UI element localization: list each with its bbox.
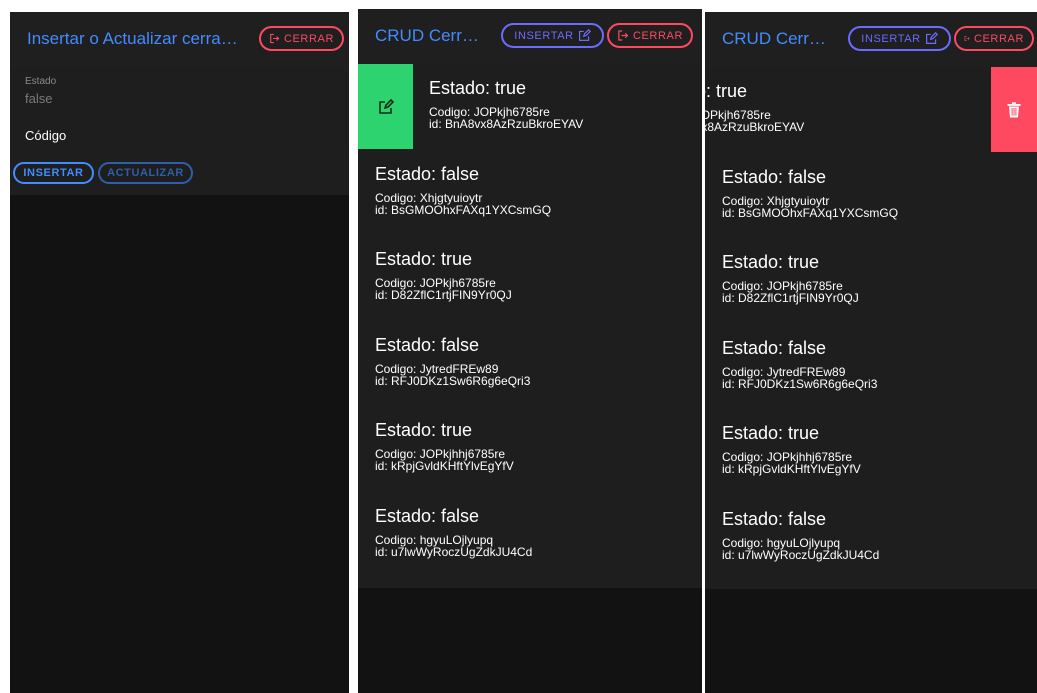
item-estado: Estado: true bbox=[375, 249, 473, 269]
item-codigo: Codigo: JytredFREw89 bbox=[722, 364, 846, 379]
list-item[interactable]: Estado: true Codigo: JOPkjhhj6785re id: … bbox=[358, 406, 702, 492]
edit-option-button[interactable] bbox=[358, 64, 413, 149]
list-item[interactable]: Estado: true Codigo: JOPkjhhj6785re id: … bbox=[705, 409, 1037, 495]
list-title: CRUD Cerraduras bbox=[722, 29, 832, 48]
form-title: Insertar o Actualizar cerradura bbox=[27, 29, 242, 48]
list-item[interactable]: Estado: false Codigo: Xhjgtyuioytr id: B… bbox=[358, 150, 702, 236]
item-meta: Codigo: JytredFREw89 id: RFJ0DKz1Sw6R6g6… bbox=[375, 363, 530, 387]
form-screen: Insertar o Actualizar cerradura CERRAR E… bbox=[10, 12, 349, 693]
update-button[interactable]: ACTUALIZAR bbox=[98, 162, 193, 184]
insert-label: INSERTAR bbox=[861, 32, 921, 45]
item-meta: Codigo: hgyuLOjlyupq id: u7lwWyRoczUgZdk… bbox=[722, 537, 879, 561]
lock-form: Estado false Código INSERTAR ACTUALIZAR bbox=[10, 67, 349, 195]
item-codigo: Codigo: JytredFREw89 bbox=[375, 361, 499, 376]
list-item[interactable]: Estado: false Codigo: JytredFREw89 id: R… bbox=[358, 321, 702, 407]
item-id: id: BsGMOOhxFAXq1YXCsmGQ bbox=[722, 205, 899, 220]
logout-icon bbox=[618, 30, 629, 41]
edit-icon bbox=[378, 98, 394, 114]
list-item[interactable]: Estado: false Codigo: JytredFREw89 id: R… bbox=[705, 324, 1037, 410]
insert-button[interactable]: INSERTAR bbox=[13, 162, 94, 184]
estado-input[interactable]: false bbox=[25, 91, 52, 106]
close-button[interactable]: CERRAR bbox=[954, 26, 1034, 51]
item-id: id: kRpjGvldKHftYlvEgYfV bbox=[722, 462, 861, 476]
insert-button[interactable]: INSERTAR bbox=[848, 26, 951, 51]
item-estado: Estado: false bbox=[722, 508, 827, 529]
item-id: id: RFJ0DKz1Sw6R6g6eQri3 bbox=[722, 376, 878, 391]
form-toolbar: Insertar o Actualizar cerradura CERRAR bbox=[10, 12, 349, 67]
trash-icon bbox=[1007, 101, 1021, 117]
item-id: id: kRpjGvldKHftYlvEgYfV bbox=[375, 459, 514, 473]
list-toolbar: CRUD Cerraduras INSERTAR CERRAR bbox=[358, 9, 702, 64]
lock-list: Estado: true Codigo: JOPkjh6785re id: Bn… bbox=[705, 67, 1037, 589]
logout-icon bbox=[270, 33, 280, 44]
item-codigo: Codigo: hgyuLOjlyupq bbox=[722, 535, 841, 550]
edit-icon bbox=[578, 29, 591, 41]
delete-option-button[interactable] bbox=[991, 67, 1037, 152]
insert-button[interactable]: INSERTAR bbox=[501, 23, 604, 48]
estado-label: Estado bbox=[25, 76, 57, 87]
item-meta: Codigo: JytredFREw89 id: RFJ0DKz1Sw6R6g6… bbox=[722, 366, 877, 390]
item-estado: Estado: true bbox=[722, 252, 820, 272]
list-title: CRUD Cerraduras bbox=[375, 26, 485, 45]
item-meta: Codigo: JOPkjh6785re id: BnA8vx8AzRzuBkr… bbox=[705, 109, 804, 133]
close-button[interactable]: CERRAR bbox=[259, 26, 344, 51]
list-item[interactable]: Estado: true Codigo: JOPkjh6785re id: D8… bbox=[358, 235, 702, 321]
item-id: id: D82ZflC1rtjFIN9Yr0QJ bbox=[375, 288, 512, 302]
item-meta: Codigo: Xhjgtyuioytr id: BsGMOOhxFAXq1YX… bbox=[722, 195, 898, 219]
item-estado: Estado: false bbox=[722, 337, 827, 358]
list-item[interactable]: Estado: true Codigo: JOPkjh6785re id: Bn… bbox=[358, 64, 702, 150]
item-codigo: Codigo: Xhjgtyuioytr bbox=[722, 193, 830, 208]
list-item[interactable]: Estado: false Codigo: hgyuLOjlyupq id: u… bbox=[358, 492, 702, 578]
list-item[interactable]: Estado: true Codigo: JOPkjh6785re id: Bn… bbox=[705, 67, 1037, 153]
close-label: CERRAR bbox=[973, 32, 1024, 45]
list-item[interactable]: Estado: false Codigo: Xhjgtyuioytr id: B… bbox=[705, 153, 1037, 239]
item-estado: Estado: false bbox=[722, 166, 827, 187]
close-label: CERRAR bbox=[632, 29, 683, 42]
item-meta: Codigo: JOPkjh6785re id: D82ZflC1rtjFIN9… bbox=[722, 280, 859, 304]
item-estado: Estado: false bbox=[375, 505, 480, 526]
list-item[interactable]: Estado: true Codigo: JOPkjh6785re id: D8… bbox=[705, 238, 1037, 324]
item-id: id: u7lwWyRoczUgZdkJU4Cd bbox=[375, 544, 533, 559]
list-screen-delete: CRUD Cerraduras INSERTAR CERRAR Estado: … bbox=[705, 12, 1037, 693]
item-meta: Codigo: JOPkjhhj6785re id: kRpjGvldKHftY… bbox=[375, 448, 514, 472]
item-codigo: Codigo: Xhjgtyuioytr bbox=[375, 190, 483, 205]
item-id: id: BnA8vx8AzRzuBkroEYAV bbox=[705, 120, 805, 134]
list-screen-edit: CRUD Cerraduras INSERTAR CERRAR E bbox=[358, 9, 702, 693]
codigo-field[interactable]: Código bbox=[25, 128, 66, 143]
item-id: id: RFJ0DKz1Sw6R6g6eQri3 bbox=[375, 373, 531, 388]
insert-label: INSERTAR bbox=[514, 29, 574, 42]
item-id: id: u7lwWyRoczUgZdkJU4Cd bbox=[722, 547, 880, 562]
close-label: CERRAR bbox=[283, 32, 334, 45]
item-estado: Estado: true bbox=[705, 81, 748, 101]
item-estado: Estado: true bbox=[722, 423, 820, 443]
item-estado: Estado: false bbox=[375, 163, 480, 184]
item-codigo: Codigo: hgyuLOjlyupq bbox=[375, 532, 494, 547]
list-toolbar: CRUD Cerraduras INSERTAR CERRAR bbox=[705, 12, 1037, 67]
item-id: id: BsGMOOhxFAXq1YXCsmGQ bbox=[375, 202, 552, 217]
item-estado: Estado: true bbox=[429, 78, 527, 98]
item-estado: Estado: true bbox=[375, 420, 473, 440]
item-meta: Codigo: JOPkjh6785re id: D82ZflC1rtjFIN9… bbox=[375, 277, 512, 301]
lock-list: Estado: true Codigo: JOPkjh6785re id: Bn… bbox=[358, 64, 702, 588]
item-meta: Codigo: JOPkjh6785re id: BnA8vx8AzRzuBkr… bbox=[429, 106, 583, 130]
item-estado: Estado: false bbox=[375, 334, 480, 355]
item-meta: Codigo: Xhjgtyuioytr id: BsGMOOhxFAXq1YX… bbox=[375, 192, 551, 216]
item-meta: Codigo: hgyuLOjlyupq id: u7lwWyRoczUgZdk… bbox=[375, 534, 532, 558]
close-button[interactable]: CERRAR bbox=[607, 23, 693, 48]
item-meta: Codigo: JOPkjhhj6785re id: kRpjGvldKHftY… bbox=[722, 451, 861, 475]
list-item[interactable]: Estado: false Codigo: hgyuLOjlyupq id: u… bbox=[705, 495, 1037, 581]
item-id: id: D82ZflC1rtjFIN9Yr0QJ bbox=[722, 291, 859, 305]
edit-icon bbox=[925, 32, 938, 44]
item-id: id: BnA8vx8AzRzuBkroEYAV bbox=[429, 117, 584, 131]
logout-icon bbox=[964, 35, 970, 42]
